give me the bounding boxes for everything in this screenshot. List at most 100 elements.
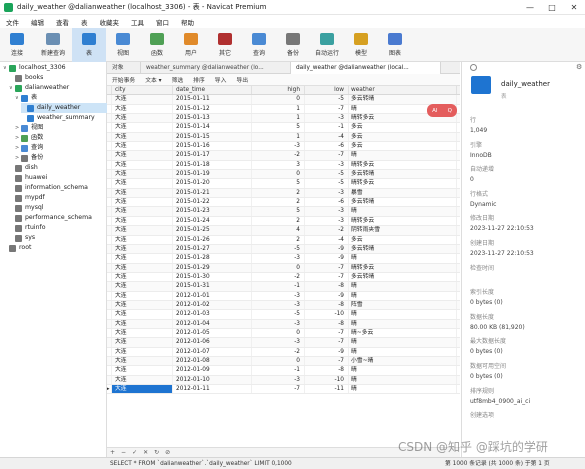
cell-low[interactable]: -9 <box>305 347 349 356</box>
table-toolbar-button-3[interactable]: 排序 <box>188 75 210 84</box>
cell-city[interactable]: 大连 <box>112 216 173 226</box>
cell-weather[interactable]: 晴转多云 <box>349 263 457 272</box>
cell-city[interactable]: 大连 <box>112 170 173 179</box>
cell-date_time[interactable]: 2012-01-01 <box>173 291 252 300</box>
table-row[interactable]: 大连 2015-01-22 2 -6 多云转晴 <box>107 198 460 208</box>
toolbar-view-button[interactable]: 视图 <box>106 28 140 62</box>
grid-nav-button-4[interactable]: ↻ <box>151 449 162 456</box>
gear-icon[interactable]: ⚙ <box>576 63 582 71</box>
cell-high[interactable]: 1 <box>252 104 305 114</box>
cell-date_time[interactable]: 2012-01-11 <box>173 385 252 394</box>
cell-city[interactable]: 大连 <box>112 310 173 319</box>
tree-item-mypdf[interactable]: mypdf <box>9 193 107 203</box>
cell-city[interactable]: 大连 <box>112 291 173 300</box>
cell-date_time[interactable]: 2015-01-23 <box>173 207 252 216</box>
table-row[interactable]: 大连 2015-01-27 -5 -9 多云转晴 <box>107 244 460 255</box>
ai-assistant-button[interactable]: AI <box>432 108 437 114</box>
cell-low[interactable]: -10 <box>305 375 349 384</box>
table-row[interactable]: 大连 2015-01-19 0 -5 多云转晴 <box>107 170 460 180</box>
cell-city[interactable]: 大连 <box>112 179 173 188</box>
cell-low[interactable]: -9 <box>305 291 349 300</box>
cell-weather[interactable]: 多云 <box>349 132 457 142</box>
table-row[interactable]: 大连 2012-01-07 -2 -9 晴 <box>107 347 460 357</box>
cell-low[interactable]: -6 <box>305 198 349 207</box>
toolbar-user-button[interactable]: 用户 <box>174 28 208 62</box>
column-header-weather[interactable]: weather <box>349 86 457 95</box>
cell-high[interactable]: 4 <box>252 226 305 235</box>
table-row[interactable]: ▸ 大连 2012-01-11 -7 -11 晴 <box>107 385 460 395</box>
close-button[interactable]: ✕ <box>563 0 585 15</box>
minimize-button[interactable]: — <box>519 0 541 15</box>
cell-weather[interactable]: 晴转多云 <box>349 216 457 226</box>
table-toolbar-button-1[interactable]: 文本 ▾ <box>140 75 166 84</box>
menu-item-0[interactable]: 文件 <box>0 17 25 27</box>
cell-city[interactable]: 大连 <box>112 254 173 263</box>
cell-date_time[interactable]: 2015-01-11 <box>173 95 252 104</box>
cell-city[interactable]: 大连 <box>112 328 173 338</box>
cell-city[interactable]: 大连 <box>112 244 173 254</box>
cell-low[interactable]: -8 <box>305 319 349 328</box>
cell-weather[interactable]: 小雪~晴 <box>349 356 457 366</box>
cell-date_time[interactable]: 2012-01-03 <box>173 310 252 319</box>
cell-weather[interactable]: 晴转多云 <box>349 160 457 170</box>
cell-weather[interactable]: 晴 <box>349 282 457 291</box>
cell-date_time[interactable]: 2015-01-19 <box>173 170 252 179</box>
info-icon[interactable] <box>470 64 477 71</box>
menu-item-4[interactable]: 收藏夹 <box>94 17 126 27</box>
cell-date_time[interactable]: 2015-01-14 <box>173 123 252 132</box>
cell-city[interactable]: 大连 <box>112 151 173 160</box>
cell-low[interactable]: -5 <box>305 179 349 188</box>
tab-2[interactable]: daily_weather @dalianweather (local... <box>291 62 441 74</box>
toolbar-backup-button[interactable]: 备份 <box>276 28 310 62</box>
cell-high[interactable]: 2 <box>252 216 305 226</box>
cell-city[interactable]: 大连 <box>112 263 173 272</box>
maximize-button[interactable]: □ <box>541 0 563 15</box>
cell-date_time[interactable]: 2015-01-17 <box>173 151 252 160</box>
cell-high[interactable]: 1 <box>252 114 305 123</box>
menu-item-7[interactable]: 帮助 <box>175 17 200 27</box>
cell-low[interactable]: -11 <box>305 385 349 394</box>
cell-high[interactable]: -3 <box>252 375 305 384</box>
tree-item-[interactable]: > 查询 <box>15 143 107 153</box>
cell-high[interactable]: 2 <box>252 188 305 198</box>
cell-date_time[interactable]: 2015-01-15 <box>173 132 252 142</box>
cell-city[interactable]: 大连 <box>112 235 173 244</box>
tree-item-[interactable]: > 备份 <box>15 153 107 163</box>
table-row[interactable]: 大连 2012-01-05 0 -7 晴~多云 <box>107 328 460 339</box>
cell-city[interactable]: 大连 <box>112 356 173 366</box>
toolbar-schedule-button[interactable]: 自动运行 <box>310 28 344 62</box>
cell-high[interactable]: -5 <box>252 310 305 319</box>
column-header-low[interactable]: low <box>305 86 349 95</box>
grid-nav-button-2[interactable]: ✓ <box>129 449 140 456</box>
cell-date_time[interactable]: 2012-01-06 <box>173 338 252 347</box>
cell-city[interactable]: 大连 <box>112 188 173 198</box>
cell-date_time[interactable]: 2015-01-30 <box>173 272 252 282</box>
cell-weather[interactable]: 晴 <box>349 385 457 394</box>
cell-date_time[interactable]: 2015-01-20 <box>173 179 252 188</box>
cell-high[interactable]: -2 <box>252 347 305 356</box>
menu-item-3[interactable]: 表 <box>75 17 94 27</box>
cell-city[interactable]: 大连 <box>112 282 173 291</box>
table-row[interactable]: 大连 2015-01-11 0 -5 多云转晴 <box>107 95 460 105</box>
cell-high[interactable]: 0 <box>252 328 305 338</box>
cell-city[interactable]: 大连 <box>112 198 173 207</box>
cell-low[interactable]: -9 <box>305 254 349 263</box>
cell-high[interactable]: 5 <box>252 207 305 216</box>
table-row[interactable]: 大连 2012-01-08 0 -7 小雪~晴 <box>107 356 460 367</box>
table-row[interactable]: 大连 2012-01-09 -1 -8 晴 <box>107 366 460 376</box>
cell-city[interactable]: 大连 <box>112 385 173 394</box>
cell-city[interactable]: 大连 <box>112 207 173 216</box>
cell-low[interactable]: -8 <box>305 300 349 310</box>
grid-nav-button-1[interactable]: − <box>118 449 129 456</box>
table-row[interactable]: 大连 2015-01-28 -3 -9 晴 <box>107 254 460 264</box>
table-row[interactable]: 大连 2015-01-18 3 -3 晴转多云 <box>107 160 460 171</box>
cell-high[interactable]: -7 <box>252 385 305 394</box>
cell-high[interactable]: -3 <box>252 142 305 151</box>
cell-low[interactable]: -5 <box>305 170 349 179</box>
menu-item-1[interactable]: 编辑 <box>25 17 50 27</box>
table-row[interactable]: 大连 2012-01-06 -3 -7 晴 <box>107 338 460 348</box>
toolbar-chart-button[interactable]: 图表 <box>378 28 412 62</box>
cell-high[interactable]: -1 <box>252 366 305 375</box>
tree-item-books[interactable]: books <box>9 73 107 83</box>
cell-weather[interactable]: 晴 <box>349 291 457 300</box>
